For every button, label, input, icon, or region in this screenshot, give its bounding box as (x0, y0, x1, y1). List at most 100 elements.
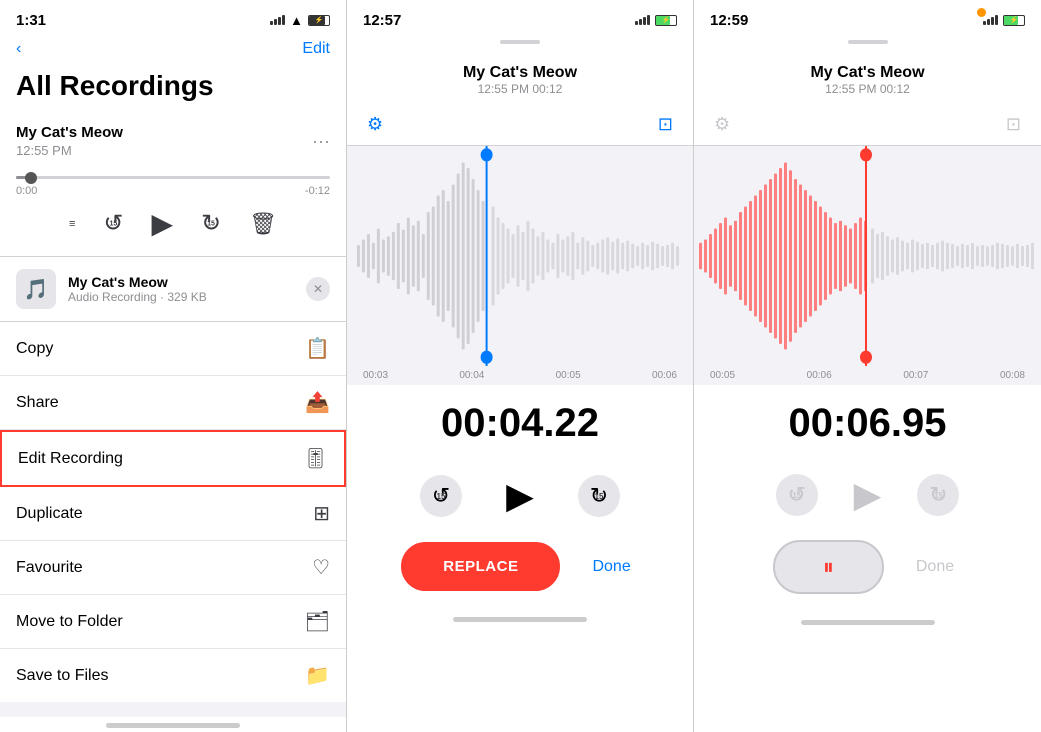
copy-icon: 📋 (305, 336, 330, 361)
timeline-label-3-0: 00:05 (710, 370, 735, 381)
status-time-2: 12:57 (363, 12, 401, 29)
skip-back-num-2: 15 (437, 492, 446, 501)
done-button-3[interactable]: Done (908, 550, 962, 584)
save-label: Save to Files (16, 667, 108, 685)
skip-back-3[interactable]: ↺ 15 (776, 474, 818, 516)
status-icons-1: ▲ ⚡ (270, 13, 330, 28)
status-time-1: 1:31 (16, 12, 46, 29)
timeline-2: 00:03 00:04 00:05 00:06 (347, 366, 693, 385)
more-button[interactable]: ··· (312, 131, 330, 152)
file-info: My Cat's Meow Audio Recording · 329 KB (68, 274, 294, 304)
panel-3: 12:59 ⚡ My Cat's Meow 12:55 PM 00:12 ⚙ ⊡ (694, 0, 1041, 732)
battery-lightning-1: ⚡ (315, 16, 324, 24)
play-button-1[interactable]: ▶ (151, 207, 173, 240)
play-button-3[interactable]: ▶ (854, 474, 882, 516)
edit-button-1[interactable]: Edit (302, 40, 330, 58)
skip-back-num-3: 15 (792, 491, 801, 500)
waveform-button[interactable]: ≡ (69, 218, 75, 230)
sheet-header: 🎵 My Cat's Meow Audio Recording · 329 KB… (0, 257, 346, 322)
waveform-container-3 (694, 146, 1041, 366)
duplicate-label: Duplicate (16, 505, 83, 523)
timer-display-3: 00:06.95 (694, 385, 1041, 462)
recording-meta-2: 12:55 PM 00:12 (363, 82, 677, 96)
back-button-1[interactable]: ‹ (16, 40, 21, 58)
filter-icon-2[interactable]: ⚙ (367, 114, 383, 135)
detail-controls-2: ↺ 15 ▶ ↻ 15 (347, 462, 693, 530)
crop-icon-3[interactable]: ⊡ (1006, 114, 1021, 135)
done-button-2[interactable]: Done (584, 550, 638, 584)
detail-header-2: My Cat's Meow 12:55 PM 00:12 (347, 52, 693, 104)
waveform-svg-3 (694, 146, 1041, 366)
detail-controls-3: ↺ 15 ▶ ↻ 15 (694, 462, 1041, 528)
nav-header-1: ‹ Edit (0, 36, 346, 66)
sheet-item-favourite[interactable]: Favourite ♡ (0, 541, 346, 595)
skip-back-button-1[interactable]: ↺ 15 (103, 209, 123, 238)
pause-button-3[interactable]: ⏸ (773, 540, 884, 594)
status-icons-2: ⚡ (635, 15, 677, 26)
battery-icon-3: ⚡ (1003, 15, 1025, 26)
timeline-3: 00:05 00:06 00:07 00:08 (694, 366, 1041, 385)
move-icon: 🗂 (305, 609, 330, 634)
timeline-label-3-2: 00:07 (903, 370, 928, 381)
recording-title-2: My Cat's Meow (363, 64, 677, 82)
timeline-label-2-0: 00:03 (363, 370, 388, 381)
recording-time: 12:55 PM (16, 143, 123, 158)
skip-forward-3[interactable]: ↻ 15 (917, 474, 959, 516)
sheet-item-save[interactable]: Save to Files 📁 (0, 649, 346, 702)
save-icon: 📁 (305, 663, 330, 688)
edit-recording-icon: 🎚 (303, 446, 328, 471)
replace-button-2[interactable]: REPLACE (401, 542, 560, 591)
detail-toolbar-2: ⚙ ⊡ (347, 104, 693, 146)
progress-times: 0:00 -0:12 (0, 183, 346, 199)
favourite-label: Favourite (16, 559, 83, 577)
sheet-item-copy[interactable]: Copy 📋 (0, 322, 346, 376)
share-sheet: 🎵 My Cat's Meow Audio Recording · 329 KB… (0, 257, 346, 717)
signal-icon-3 (983, 15, 998, 25)
skip-forward-num-3: 15 (934, 491, 943, 500)
share-label: Share (16, 394, 59, 412)
status-bar-2: 12:57 ⚡ (347, 0, 693, 36)
copy-label: Copy (16, 340, 53, 358)
share-icon: 📤 (305, 390, 330, 415)
timeline-label-3-3: 00:08 (1000, 370, 1025, 381)
recording-item[interactable]: My Cat's Meow 12:55 PM ··· (0, 114, 346, 168)
skip-back-2[interactable]: ↺ 15 (420, 475, 462, 517)
delete-button[interactable]: 🗑 (249, 211, 277, 237)
progress-start: 0:00 (16, 185, 37, 197)
waveform-container-2 (347, 146, 693, 366)
favourite-icon: ♡ (312, 555, 330, 580)
skip-forward-num: 15 (207, 220, 215, 227)
skip-forward-num-2: 15 (595, 492, 604, 501)
duplicate-icon: ⊞ (313, 501, 330, 526)
battery-icon-2: ⚡ (655, 15, 677, 26)
status-bar-3: 12:59 ⚡ (694, 0, 1041, 36)
skip-forward-button-1[interactable]: ↻ 15 (201, 209, 221, 238)
detail-toolbar-3: ⚙ ⊡ (694, 104, 1041, 146)
home-indicator-3 (801, 620, 935, 625)
sheet-item-move[interactable]: Move to Folder 🗂 (0, 595, 346, 649)
progress-container[interactable] (0, 168, 346, 183)
play-button-2[interactable]: ▶ (498, 474, 542, 518)
sheet-file-meta: Audio Recording · 329 KB (68, 290, 294, 304)
sheet-file-name: My Cat's Meow (68, 274, 294, 290)
progress-end: -0:12 (305, 185, 330, 197)
detail-header-3: My Cat's Meow 12:55 PM 00:12 (694, 52, 1041, 104)
panel-1: 1:31 ▲ ⚡ ‹ Edit All Recordings My Cat's … (0, 0, 347, 732)
sheet-close-button[interactable]: ✕ (306, 277, 330, 301)
orange-dot (977, 8, 986, 17)
crop-icon-2[interactable]: ⊡ (658, 114, 673, 135)
status-bar-1: 1:31 ▲ ⚡ (0, 0, 346, 36)
sheet-item-duplicate[interactable]: Duplicate ⊞ (0, 487, 346, 541)
sheet-item-edit[interactable]: Edit Recording 🎚 (0, 430, 346, 487)
handle-bar-3 (848, 40, 888, 44)
filter-icon-3[interactable]: ⚙ (714, 114, 730, 135)
edit-recording-label: Edit Recording (18, 450, 123, 468)
timeline-label-2-1: 00:04 (459, 370, 484, 381)
skip-forward-2[interactable]: ↻ 15 (578, 475, 620, 517)
file-icon: 🎵 (16, 269, 56, 309)
recording-title: My Cat's Meow (16, 124, 123, 141)
timeline-label-2-2: 00:05 (556, 370, 581, 381)
signal-icon-2 (635, 15, 650, 25)
home-indicator-1 (106, 723, 240, 728)
sheet-item-share[interactable]: Share 📤 (0, 376, 346, 430)
